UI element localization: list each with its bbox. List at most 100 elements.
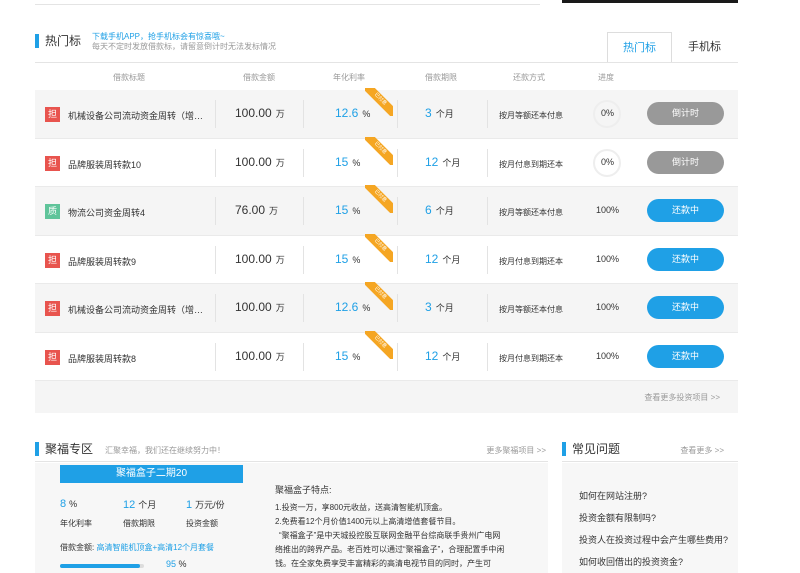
jufu-features: 聚福盒子特点: 1.投资一万，享800元收益，送高清智能机顶盒。 2.免费看12…: [275, 483, 505, 573]
guarantee-badge: 质: [45, 204, 60, 219]
column-divider: [397, 294, 398, 322]
app-download-link[interactable]: 下载手机APP，抢手机标会有惊喜哦~: [92, 32, 276, 42]
progress-value: 100%: [596, 350, 620, 361]
tab-mobile[interactable]: 手机标: [672, 32, 737, 63]
repayment-method: 按月等额还本付息: [499, 208, 563, 217]
column-divider: [303, 148, 304, 177]
col-period: 借款期限: [425, 73, 457, 82]
interest-ribbon: 已付息: [365, 136, 393, 165]
faq-header: 常见问题 查看更多 >>: [562, 438, 738, 462]
loan-title-link[interactable]: 机械设备公司流动资金周转（增…: [68, 109, 208, 122]
table-row[interactable]: 担机械设备公司流动资金周转（增… 100.00 万 12.6% 已付息 3 个月 按月等额还本…: [35, 282, 738, 333]
more-investments-link[interactable]: 查看更多投资项目 >>: [644, 392, 720, 403]
loan-title-link[interactable]: 品牌服装周转款10: [68, 158, 208, 171]
guarantee-badge: 担: [45, 155, 60, 171]
jufu-progress-value: 95 %: [166, 559, 187, 569]
faq-list: 如何在网站注册? 投资金额有限制吗? 投资人在投资过程中会产生哪些费用? 如何收…: [562, 463, 738, 573]
faq-item-2[interactable]: 投资金额有限制吗?: [579, 511, 656, 524]
progress-value: 0%: [601, 156, 615, 167]
column-divider: [487, 148, 488, 177]
column-divider: [397, 197, 398, 225]
interest-ribbon: 已付息: [365, 330, 393, 359]
progress-value: 100%: [596, 302, 620, 312]
loan-title-link[interactable]: 品牌服装周转款8: [68, 352, 208, 365]
column-divider: [397, 342, 398, 371]
loan-rate-value: 15%: [335, 348, 361, 363]
repayment-method: 按月付息到期还本: [499, 353, 563, 363]
loan-period-value: 12 个月: [425, 348, 461, 363]
loan-period-value: 3 个月: [425, 300, 454, 314]
column-divider: [303, 100, 304, 128]
progress-value: 100%: [596, 205, 620, 215]
column-divider: [487, 245, 488, 274]
loan-amount-value: 100.00 万: [235, 348, 285, 363]
column-divider: [303, 294, 304, 322]
stat-period: 12 个月: [123, 499, 157, 511]
interest-ribbon: 已付息: [365, 88, 393, 116]
loan-period-value: 12 个月: [425, 154, 461, 169]
table-row[interactable]: 担机械设备公司流动资金周转（增… 100.00 万 12.6% 已付息 3 个月 按月等额还本…: [35, 88, 738, 139]
col-amount: 借款金额: [243, 73, 275, 82]
loan-table: 担机械设备公司流动资金周转（增… 100.00 万 12.6% 已付息 3 个月 按月等额还本…: [35, 88, 738, 381]
table-row[interactable]: 担品牌服装周转款8 100.00 万 15% 已付息 12 个月 按月付息到期还本 100% 还款…: [35, 330, 738, 381]
table-row[interactable]: 担品牌服装周转款10 100.00 万 15% 已付息 12 个月 按月付息到期还本 0% 倒计时: [35, 136, 738, 187]
hot-subtitle: 下载手机APP，抢手机标会有惊喜哦~ 每天不定时发放借款标，请留意倒计时无法发标…: [92, 32, 276, 52]
loan-rate-value: 15%: [335, 203, 361, 217]
jufu-more-link[interactable]: 更多聚福项目 >>: [486, 445, 546, 456]
section-title-jufu: 聚福专区: [35, 442, 93, 456]
guarantee-badge: 担: [45, 107, 60, 122]
stat-period-label: 借款期限: [123, 519, 155, 528]
jufu-subtitle: 汇聚幸福，我们还在继续努力中！: [105, 446, 225, 455]
loan-title-link[interactable]: 物流公司资金周转4: [68, 206, 208, 219]
col-rate: 年化利率: [333, 73, 365, 82]
guarantee-badge: 担: [45, 252, 60, 268]
stat-invest-label: 投资金额: [186, 519, 218, 528]
interest-ribbon: 已付息: [365, 282, 393, 310]
loan-amount-value: 76.00 万: [235, 203, 279, 217]
column-divider: [303, 342, 304, 371]
faq-more-link[interactable]: 查看更多 >>: [680, 445, 724, 456]
table-row[interactable]: 质物流公司资金周转4 76.00 万 15% 已付息 6 个月 按月等额还本付息 100% 还款中: [35, 185, 738, 236]
feature-3: “聚福盒子”是中天城投控股互联网金融平台综商联手贵州广电网络推出的跨界产品。老百…: [275, 531, 505, 568]
more-bar: 查看更多投资项目 >>: [35, 381, 738, 413]
invest-button[interactable]: 还款中: [647, 247, 724, 271]
loan-rate-value: 15%: [335, 251, 361, 266]
repayment-method: 按月付息到期还本: [499, 256, 563, 266]
column-divider: [487, 294, 488, 322]
faq-item-3[interactable]: 投资人在投资过程中会产生哪些费用?: [579, 533, 728, 546]
table-row[interactable]: 担品牌服装周转款9 100.00 万 15% 已付息 12 个月 按月付息到期还本 100% 还款…: [35, 233, 738, 284]
invest-button[interactable]: 倒计时: [647, 102, 724, 125]
loan-amount-value: 100.00 万: [235, 154, 285, 169]
loan-amount-value: 100.00 万: [235, 106, 285, 120]
stat-invest: 1 万元/份: [186, 499, 225, 511]
column-divider: [397, 245, 398, 274]
repayment-method: 按月付息到期还本: [499, 159, 563, 169]
tab-hot[interactable]: 热门标: [607, 32, 672, 63]
invest-button[interactable]: 倒计时: [647, 150, 724, 174]
col-progress: 进度: [598, 73, 614, 82]
column-divider: [215, 342, 216, 371]
col-title: 借款标题: [113, 73, 145, 82]
faq-item-4[interactable]: 如何收回借出的投资资金?: [579, 555, 683, 568]
progress-value: 100%: [596, 253, 620, 264]
invest-button[interactable]: 还款中: [647, 344, 724, 368]
loan-period-value: 6 个月: [425, 203, 454, 217]
interest-ribbon: 已付息: [365, 233, 393, 262]
faq-item-1[interactable]: 如何在网站注册?: [579, 489, 647, 502]
column-divider: [303, 245, 304, 274]
invest-button[interactable]: 还款中: [647, 296, 724, 319]
guarantee-badge: 担: [45, 349, 60, 365]
loan-title-link[interactable]: 机械设备公司流动资金周转（增…: [68, 303, 208, 316]
column-divider: [487, 197, 488, 225]
repayment-method: 按月等额还本付息: [499, 111, 563, 120]
stat-rate-label: 年化利率: [60, 519, 92, 528]
invest-button[interactable]: 还款中: [647, 199, 724, 222]
loan-title-link[interactable]: 品牌服装周转款9: [68, 255, 208, 268]
jufu-header: 聚福专区 汇聚幸福，我们还在继续努力中！ 更多聚福项目 >>: [35, 438, 548, 462]
column-divider: [397, 148, 398, 177]
section-title-faq: 常见问题: [562, 442, 620, 456]
column-divider: [303, 197, 304, 225]
jufu-product-title[interactable]: 聚福盒子二期20: [60, 465, 243, 483]
top-divider: [35, 0, 540, 5]
section-title-hot: 热门标: [35, 34, 81, 48]
